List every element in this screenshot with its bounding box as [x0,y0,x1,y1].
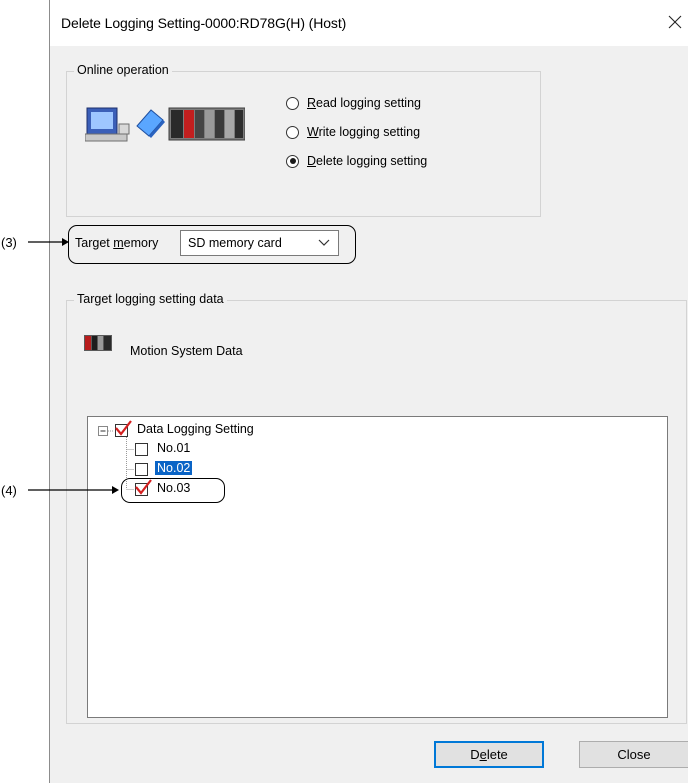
controller-module-icon [168,107,245,141]
write-logging-radio-row[interactable]: Write logging setting [286,125,420,139]
read-logging-radio[interactable] [286,96,299,110]
delete-logging-dialog: Delete Logging Setting-0000:RD78G(H) (Ho… [49,0,688,783]
write-logging-radio[interactable] [286,125,299,139]
callout-3-label: (3) [1,235,17,250]
delete-logging-radio-row[interactable]: Delete logging setting [286,154,427,168]
motion-system-label: Motion System Data [130,344,243,358]
close-button[interactable]: Close [579,741,688,768]
read-logging-radio-row[interactable]: Read logging setting [286,96,421,110]
close-icon[interactable] [665,12,685,32]
read-logging-label: Read logging setting [307,96,421,110]
logging-setting-tree[interactable]: Data Logging Setting No.01 No.02 No.03 [87,416,668,718]
motion-system-icon [84,335,112,351]
delete-logging-radio[interactable] [286,154,299,168]
online-operation-title: Online operation [74,63,172,77]
callout-4-box [121,478,225,503]
write-logging-label: Write logging setting [307,125,421,139]
root-label: Data Logging Setting [137,422,254,436]
online-operation-illustration [85,107,245,142]
title-bar: Delete Logging Setting-0000:RD78G(H) (Ho… [50,0,688,46]
online-operation-group: Online operation Read logging setting Wr… [66,63,541,217]
no02-checkbox[interactable] [135,463,148,476]
no01-checkbox[interactable] [135,443,148,456]
target-logging-data-title: Target logging setting data [74,292,227,306]
dialog-title: Delete Logging Setting-0000:RD78G(H) (Ho… [61,15,347,31]
no01-label[interactable]: No.01 [157,441,190,455]
delete-button[interactable]: De lete [434,741,544,768]
checkmark-icon [115,420,132,436]
computer-icon [85,107,130,142]
no02-label[interactable]: No.02 [155,461,193,475]
callout-4-label: (4) [1,483,17,498]
callout-3-box [68,225,356,264]
delete-logging-label: Delete logging setting [307,154,428,168]
memory-card-icon [136,109,165,138]
